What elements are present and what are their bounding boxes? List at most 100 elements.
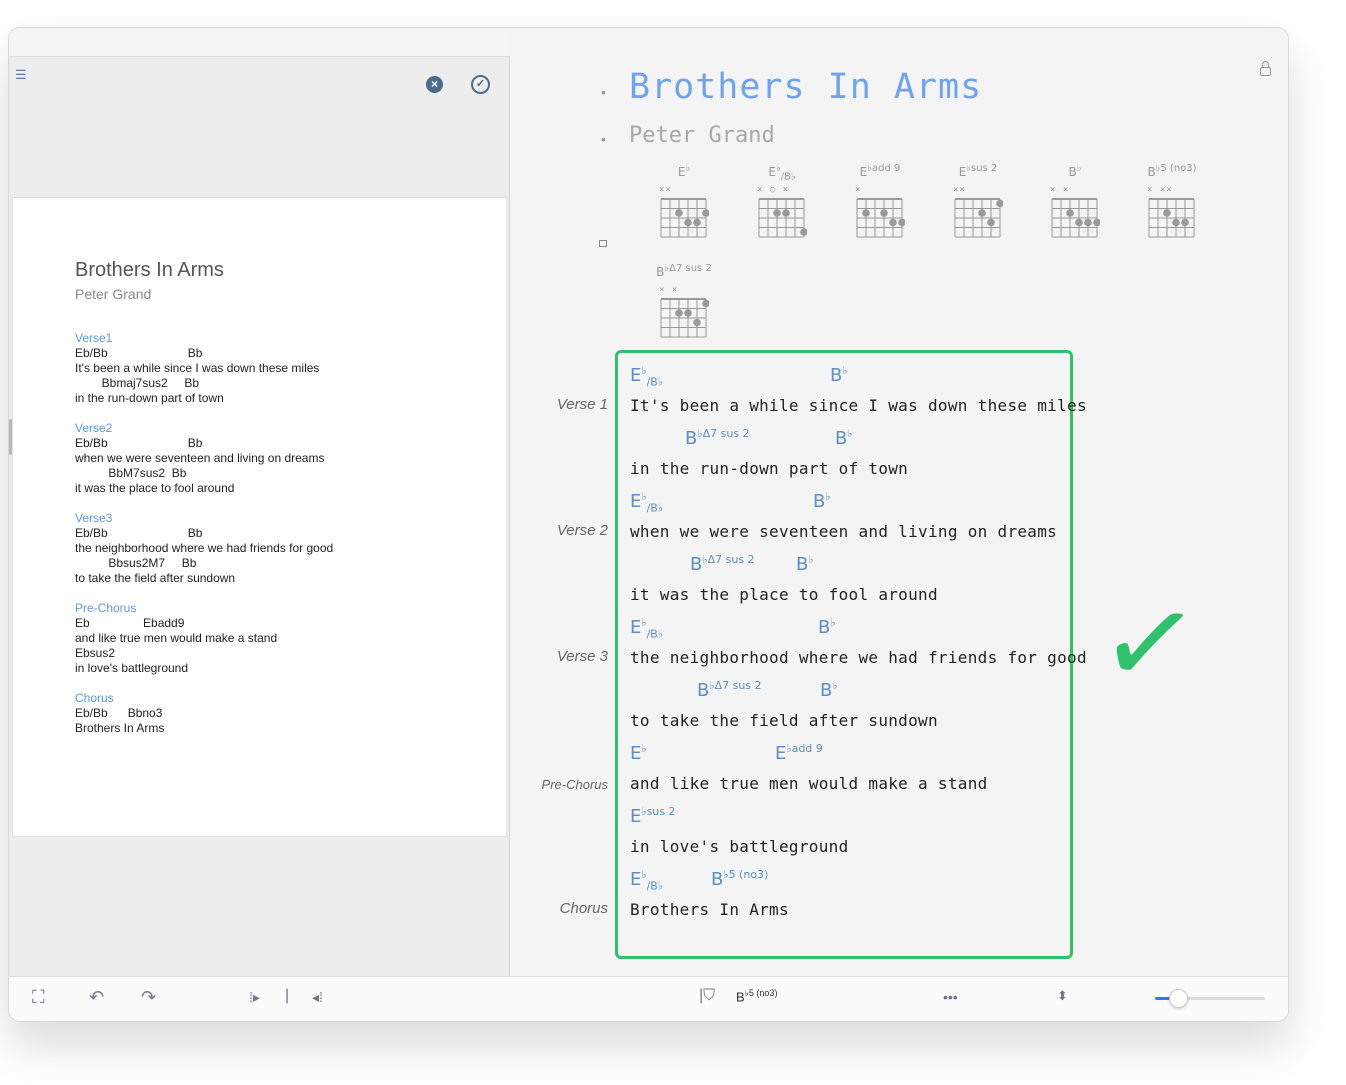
confirm-preview-button[interactable]: ✓ [471, 75, 490, 94]
sort-icon[interactable]: ⬍ [1057, 988, 1068, 1004]
guitar-pick-icon[interactable]: |⛉ [699, 987, 715, 1005]
chord-symbol[interactable]: E♭add 9 [775, 742, 823, 764]
chord-symbol[interactable]: B♭ [796, 553, 814, 575]
pdf-text-line: Eb/Bb Bb [75, 346, 203, 360]
finger-dot [693, 218, 701, 227]
lyric-line[interactable]: it was the place to fool around [630, 585, 938, 604]
chord-diagram[interactable]: E♭ ×× [656, 163, 712, 253]
close-circle-icon: × [430, 77, 438, 91]
chord-diagram-name: E♭ [677, 163, 691, 179]
chord-symbol[interactable]: E♭/B♭ [630, 490, 663, 515]
pdf-body: Verse1 Eb/Bb Bb It's been a while since I … [75, 331, 333, 736]
pdf-text-line: it was the place to fool around [75, 481, 235, 495]
section-label[interactable]: Verse 3 [498, 648, 608, 665]
pdf-artist: Peter Grand [75, 286, 152, 302]
section-label[interactable]: Chorus [498, 900, 608, 917]
pdf-text-line: the neighborhood where we had friends fo… [75, 541, 334, 555]
zoom-slider[interactable] [1155, 989, 1265, 1008]
lyric-line[interactable]: to take the field after sundown [630, 711, 938, 730]
lyric-line[interactable]: the neighborhood where we had friends fo… [630, 648, 1087, 667]
close-preview-button[interactable]: × [426, 76, 443, 93]
finger-dot [675, 309, 683, 317]
finger-dot [684, 309, 692, 317]
chord-diagram[interactable]: E♭/B♭ × ○ × [754, 163, 810, 253]
finger-dot [1172, 218, 1180, 227]
chord-symbol[interactable]: B♭ [813, 490, 831, 512]
zoom-slider-knob[interactable] [1169, 989, 1188, 1008]
checkmark-circle-icon: ✓ [475, 78, 486, 90]
chord-symbol[interactable]: B♭ [835, 427, 853, 449]
fit-page-icon[interactable]: ⛶ [32, 987, 45, 1008]
pdf-text-line: Bbmaj7sus2 Bb [75, 376, 200, 390]
lyric-line[interactable]: It's been a while since I was down these… [630, 396, 1087, 415]
lyric-line[interactable]: Brothers In Arms [630, 900, 789, 919]
lyric-line[interactable]: in love's battleground [630, 837, 849, 856]
chord-symbol[interactable]: B♭ [820, 679, 838, 701]
chord-symbol[interactable]: B♭Δ7 sus 2 [697, 679, 762, 701]
fretboard-grid [758, 198, 807, 238]
finger-dot [880, 209, 888, 217]
chord-diagram[interactable]: E♭sus 2 ×× [950, 163, 1006, 253]
lyric-line[interactable]: and like true men would make a stand [630, 774, 988, 793]
fretboard-grid [1051, 198, 1100, 238]
chord-symbol[interactable]: B♭Δ7 sus 2 [685, 427, 750, 449]
chord-diagram[interactable]: B♭5 (no3) × ×× [1144, 163, 1200, 253]
current-chord: B♭5 (no3) [736, 988, 778, 1005]
diagram-marker [599, 240, 607, 247]
pdf-section-label: Verse3 [75, 511, 113, 525]
chord-diagram[interactable]: B♭ × × [1047, 163, 1103, 253]
finger-dot [1181, 218, 1189, 227]
finger-dot [684, 218, 692, 227]
chord-symbol[interactable]: B♭ [818, 616, 836, 638]
pdf-text-line: in the run-down part of town [75, 391, 224, 405]
section-label[interactable]: Verse 1 [498, 396, 608, 413]
chord-symbol[interactable]: B♭ [830, 364, 848, 386]
string-mute-markers: ×× [659, 185, 672, 195]
string-mute-markers: ×× [953, 185, 966, 195]
string-mute-markers: × ○ × [757, 185, 790, 195]
section-label[interactable]: Verse 2 [498, 522, 608, 539]
editor-pane: • • Brothers In Arms Peter Grand E♭ ×× E♭/… [510, 28, 1288, 976]
chord-symbol[interactable]: E♭/B♭ [630, 616, 663, 641]
title-bullet: • [601, 84, 606, 100]
pdf-text-line: BbM7sus2 Bb [75, 466, 187, 480]
pdf-preview-pane: ☰ × ✓ Brothers In Arms Peter Grand Verse… [9, 56, 510, 977]
finger-dot [800, 228, 807, 236]
more-icon[interactable]: ••• [943, 989, 958, 1005]
pdf-gap [75, 496, 333, 511]
app-window: ☰ × ✓ Brothers In Arms Peter Grand Verse… [8, 27, 1289, 1022]
finger-dot [1084, 218, 1092, 227]
redo-icon[interactable]: ↷ [141, 987, 156, 1008]
pdf-text-line: Brothers In Arms [75, 721, 165, 735]
string-mute-markers: × × [1050, 185, 1070, 195]
song-title[interactable]: Brothers In Arms [629, 67, 982, 107]
chord-symbol[interactable]: B♭Δ7 sus 2 [690, 553, 755, 575]
section-label[interactable]: Pre-Chorus [498, 777, 608, 792]
fretboard-grid [954, 198, 1003, 238]
chord-symbol[interactable]: E♭/B♭ [630, 868, 663, 893]
cursor-icon[interactable]: | [285, 987, 289, 1005]
finger-dot [889, 218, 897, 227]
lyric-line[interactable]: in the run-down part of town [630, 459, 908, 478]
chord-symbol[interactable]: E♭sus 2 [630, 805, 676, 827]
step-back-icon[interactable]: ◂⁞ [312, 989, 323, 1006]
lyric-line[interactable]: when we were seventeen and living on dre… [630, 522, 1057, 541]
finger-dot [675, 209, 683, 217]
pdf-text-line: Eb/Bb Bbno3 [75, 706, 163, 720]
pdf-text-line: Eb/Bb Bb [75, 436, 203, 450]
pdf-text-line: Eb/Bb Bb [75, 526, 203, 540]
menu-icon[interactable]: ☰ [15, 67, 27, 83]
lock-icon[interactable] [1260, 61, 1271, 76]
finger-dot [773, 209, 781, 217]
chord-symbol[interactable]: E♭/B♭ [630, 364, 663, 389]
pdf-gap [75, 676, 333, 691]
chord-diagram[interactable]: E♭add 9 × [852, 163, 908, 253]
chord-symbol[interactable]: E♭ [630, 742, 647, 764]
song-artist[interactable]: Peter Grand [629, 123, 775, 148]
chord-diagram-name: B♭Δ7 sus 2 [656, 263, 712, 279]
chord-symbol[interactable]: B♭5 (no3) [711, 868, 768, 890]
undo-icon[interactable]: ↶ [89, 987, 104, 1008]
pdf-section-label: Verse1 [75, 331, 113, 345]
step-forward-icon[interactable]: ⁞▸ [249, 989, 260, 1006]
chord-diagram[interactable]: B♭Δ7 sus 2 × × [656, 263, 712, 353]
